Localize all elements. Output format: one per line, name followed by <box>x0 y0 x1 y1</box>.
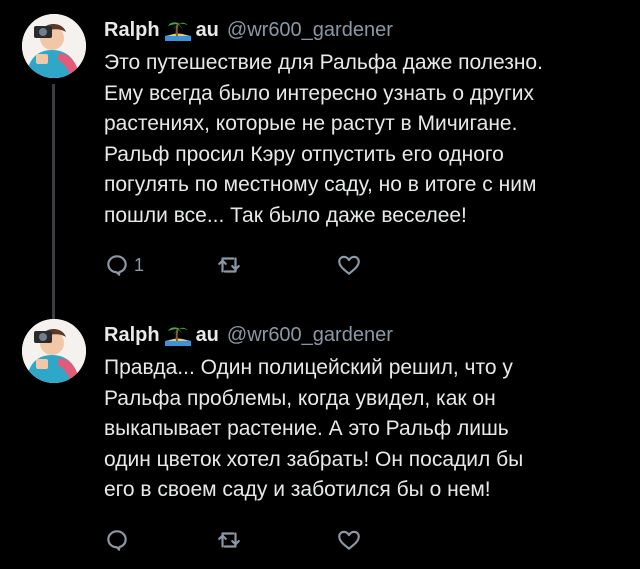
like-icon <box>338 255 360 275</box>
author-name[interactable]: Ralph <box>104 19 160 42</box>
author-name[interactable]: Ralph <box>104 324 160 347</box>
tweet-text: Это путешествие для Ральфа даже полезно.… <box>104 51 543 227</box>
reply-count: 1 <box>134 254 145 275</box>
avatar[interactable] <box>22 319 86 383</box>
reply-icon <box>107 255 127 276</box>
thread-line <box>52 84 55 324</box>
retweet-icon <box>218 257 240 273</box>
avatar[interactable] <box>22 14 86 78</box>
name-suffix: au <box>195 323 219 346</box>
like-icon <box>338 530 360 550</box>
retweet-button[interactable] <box>216 252 242 278</box>
like-button[interactable] <box>336 252 362 278</box>
island-emoji-icon <box>164 19 191 41</box>
author-handle[interactable]: @wr600_gardener <box>227 19 393 42</box>
retweet-icon <box>218 532 240 548</box>
tweet-text: Правда... Один полицейский решил, что у … <box>104 356 524 502</box>
retweet-button[interactable] <box>216 527 242 553</box>
name-suffix: au <box>195 18 219 41</box>
avatar-image <box>22 14 86 78</box>
reply-button[interactable] <box>104 527 134 553</box>
tweet[interactable]: Ralph au @wr600_gardener Правда... Один … <box>0 305 640 569</box>
like-button[interactable] <box>336 527 362 553</box>
author-handle[interactable]: @wr600_gardener <box>227 324 393 347</box>
tweet[interactable]: Ralph au @wr600_gardener Это путешествие… <box>0 0 640 324</box>
tweet-header: Ralph au @wr600_gardener <box>104 16 624 44</box>
island-emoji-icon <box>164 324 191 346</box>
reply-icon <box>107 530 127 551</box>
avatar-image <box>22 319 86 383</box>
tweet-header: Ralph au @wr600_gardener <box>104 321 624 349</box>
reply-button[interactable]: 1 <box>104 252 144 278</box>
